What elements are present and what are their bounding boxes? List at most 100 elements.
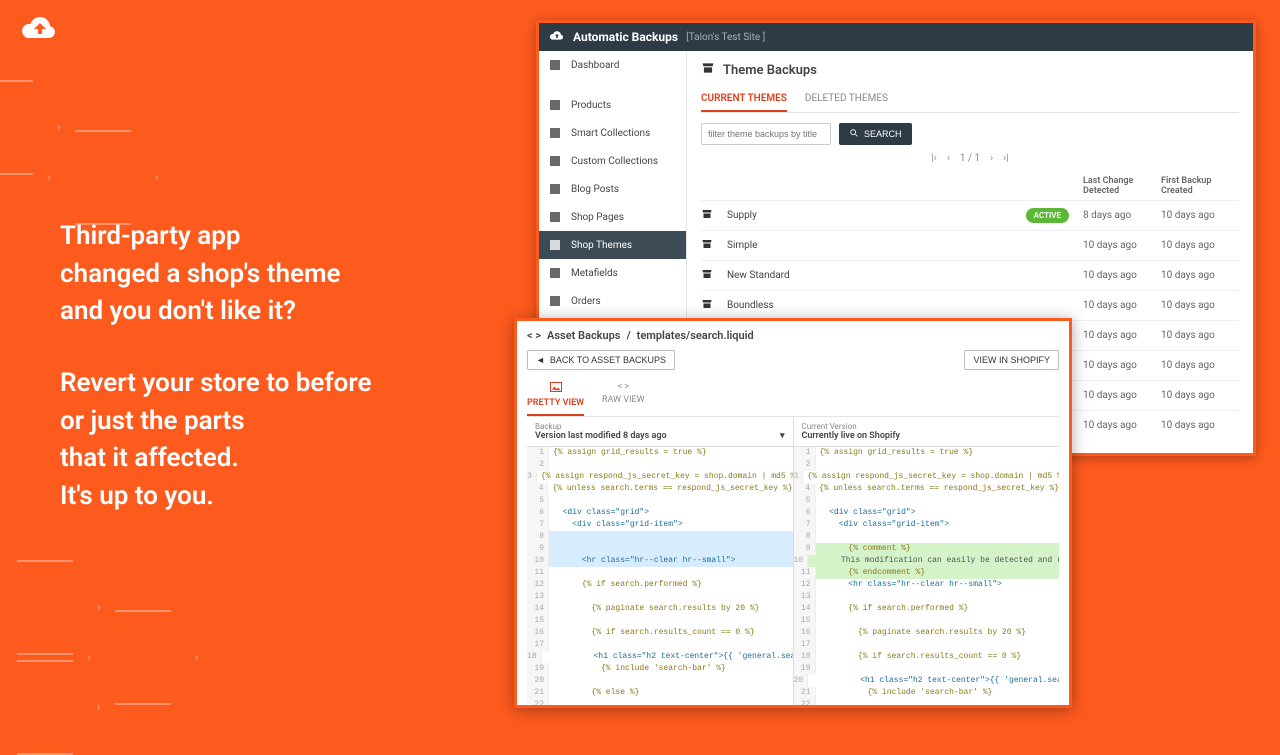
tab-raw-view[interactable]: < > RAW VIEW: [602, 378, 645, 416]
code-line: 17: [794, 639, 1060, 651]
marketing-line: Revert your store to before: [60, 368, 371, 398]
crumb-sep: /: [626, 329, 630, 342]
code-line: 4{% unless search.terms == respond_js_se…: [794, 483, 1060, 495]
sidebar-icon: [549, 183, 561, 195]
code-line: 7 <div class="grid-item">: [527, 519, 793, 531]
app-header: Automatic Backups [Talon's Test Site ]: [539, 23, 1253, 51]
code-line: 9 {% comment %}: [794, 543, 1060, 555]
cloud-upload-icon: [549, 30, 565, 45]
code-line: 5: [527, 495, 793, 507]
marketing-line: or just the parts: [60, 406, 245, 436]
first-backup: 10 days ago: [1161, 390, 1239, 401]
code-line: 11: [527, 567, 793, 579]
breadcrumb: < > Asset Backups / templates/search.liq…: [527, 329, 1059, 342]
sidebar-item-custom-collections[interactable]: Custom Collections: [539, 147, 686, 175]
code-line: 8: [527, 531, 793, 543]
diff-head-value: Currently live on Shopify: [802, 431, 900, 441]
sidebar-item-label: Products: [571, 100, 611, 111]
sidebar-item-metafields[interactable]: Metafields: [539, 259, 686, 287]
pager-prev-icon[interactable]: ‹: [947, 153, 950, 164]
code-line: 6 <div class="grid">: [527, 507, 793, 519]
table-header: Last Change Detected First Backup Create…: [701, 172, 1239, 200]
diff-pane-current[interactable]: 1{% assign grid_results = true %}23{% as…: [794, 447, 1060, 708]
first-backup: 10 days ago: [1161, 420, 1239, 431]
sidebar-icon: [549, 127, 561, 139]
search-button[interactable]: SEARCH: [839, 123, 912, 145]
back-button-label: BACK TO ASSET BACKUPS: [550, 355, 666, 365]
code-line: 1{% assign grid_results = true %}: [794, 447, 1060, 459]
last-change: 10 days ago: [1083, 270, 1161, 281]
code-line: 21 {% else %}: [527, 687, 793, 699]
code-line: 20 <h1 class="h2 text-center">{{ 'genera…: [794, 675, 1060, 687]
tab-label: PRETTY VIEW: [527, 398, 584, 408]
tab-pretty-view[interactable]: PRETTY VIEW: [527, 378, 584, 416]
table-row[interactable]: SupplyACTIVE8 days ago10 days ago: [701, 200, 1239, 230]
diff-head-backup[interactable]: Backup Version last modified 8 days ago▾: [527, 417, 794, 446]
sidebar-item-dashboard[interactable]: Dashboard: [539, 51, 686, 79]
sidebar-item-label: Blog Posts: [571, 184, 619, 195]
code-line: 10 <hr class="hr--clear hr--small">: [527, 555, 793, 567]
sidebar-icon: [549, 295, 561, 307]
hex-deco: [48, 130, 158, 225]
code-line: 15: [527, 615, 793, 627]
search-icon: [849, 128, 859, 140]
pager-first-icon[interactable]: |‹: [931, 153, 936, 164]
tab-current-themes[interactable]: CURRENT THEMES: [701, 87, 787, 112]
sidebar-item-blog-posts[interactable]: Blog Posts: [539, 175, 686, 203]
sidebar-item-shop-themes[interactable]: Shop Themes: [539, 231, 686, 259]
search-input[interactable]: [701, 123, 831, 145]
code-line: 12 <hr class="hr--clear hr--small">: [794, 579, 1060, 591]
sidebar-item-orders[interactable]: Orders: [539, 287, 686, 315]
last-change: 10 days ago: [1083, 360, 1161, 371]
last-change: 10 days ago: [1083, 300, 1161, 311]
storefront-icon: [701, 298, 717, 313]
first-backup: 10 days ago: [1161, 360, 1239, 371]
col-last-change: Last Change Detected: [1083, 176, 1161, 196]
asset-window: < > Asset Backups / templates/search.liq…: [514, 318, 1072, 708]
pager-next-icon[interactable]: ›: [990, 153, 993, 164]
storefront-icon: [701, 208, 717, 223]
marketing-copy: Third-party app changed a shop's theme a…: [60, 218, 490, 516]
sidebar-item-label: Dashboard: [571, 60, 619, 71]
code-line: 16 {% paginate search.results by 20 %}: [794, 627, 1060, 639]
sidebar-item-products[interactable]: Products: [539, 91, 686, 119]
diff-head-label: Backup: [535, 422, 785, 431]
marketing-line: that it affected.: [60, 443, 239, 473]
first-backup: 10 days ago: [1161, 270, 1239, 281]
crumb-leaf: templates/search.liquid: [637, 329, 754, 342]
code-line: 11 {% endcomment %}: [794, 567, 1060, 579]
pager-last-icon[interactable]: ›|: [1003, 153, 1008, 164]
last-change: 8 days ago: [1083, 210, 1161, 221]
search-button-label: SEARCH: [864, 129, 902, 139]
hex-deco: [0, 80, 60, 175]
table-row[interactable]: New Standard 10 days ago10 days ago: [701, 260, 1239, 290]
code-line: 8: [794, 531, 1060, 543]
sidebar-item-shop-pages[interactable]: Shop Pages: [539, 203, 686, 231]
sidebar-icon: [549, 211, 561, 223]
table-row[interactable]: Boundless10 days ago10 days ago: [701, 290, 1239, 320]
sidebar-icon: [549, 99, 561, 111]
sidebar-icon: [549, 267, 561, 279]
sidebar-item-smart-collections[interactable]: Smart Collections: [539, 119, 686, 147]
tab-deleted-themes[interactable]: DELETED THEMES: [805, 87, 888, 112]
tab-label: RAW VIEW: [602, 395, 645, 405]
table-row[interactable]: Simple10 days ago10 days ago: [701, 230, 1239, 260]
site-name: [Talon's Test Site ]: [686, 32, 765, 43]
back-button[interactable]: ◄ BACK TO ASSET BACKUPS: [527, 350, 675, 370]
diff-pane-backup[interactable]: 1{% assign grid_results = true %}23{% as…: [527, 447, 794, 708]
code-line: 17: [527, 639, 793, 651]
app-title: Automatic Backups: [573, 30, 678, 44]
theme-name: New Standard: [727, 270, 1027, 281]
sidebar-item-label: Smart Collections: [571, 128, 650, 139]
crumb-root[interactable]: Asset Backups: [547, 329, 620, 342]
code-line: 6 <div class="grid">: [794, 507, 1060, 519]
code-line: 10 This modification can easily be detec…: [794, 555, 1060, 567]
view-in-shopify-button[interactable]: VIEW IN SHOPIFY: [964, 350, 1059, 370]
first-backup: 10 days ago: [1161, 300, 1239, 311]
first-backup: 10 days ago: [1161, 240, 1239, 251]
code-line: 1{% assign grid_results = true %}: [527, 447, 793, 459]
marketing-line: and you don't like it?: [60, 296, 296, 326]
app-logo: [20, 14, 60, 48]
theme-name: Simple: [727, 240, 1027, 251]
sidebar-item-label: Custom Collections: [571, 156, 658, 167]
